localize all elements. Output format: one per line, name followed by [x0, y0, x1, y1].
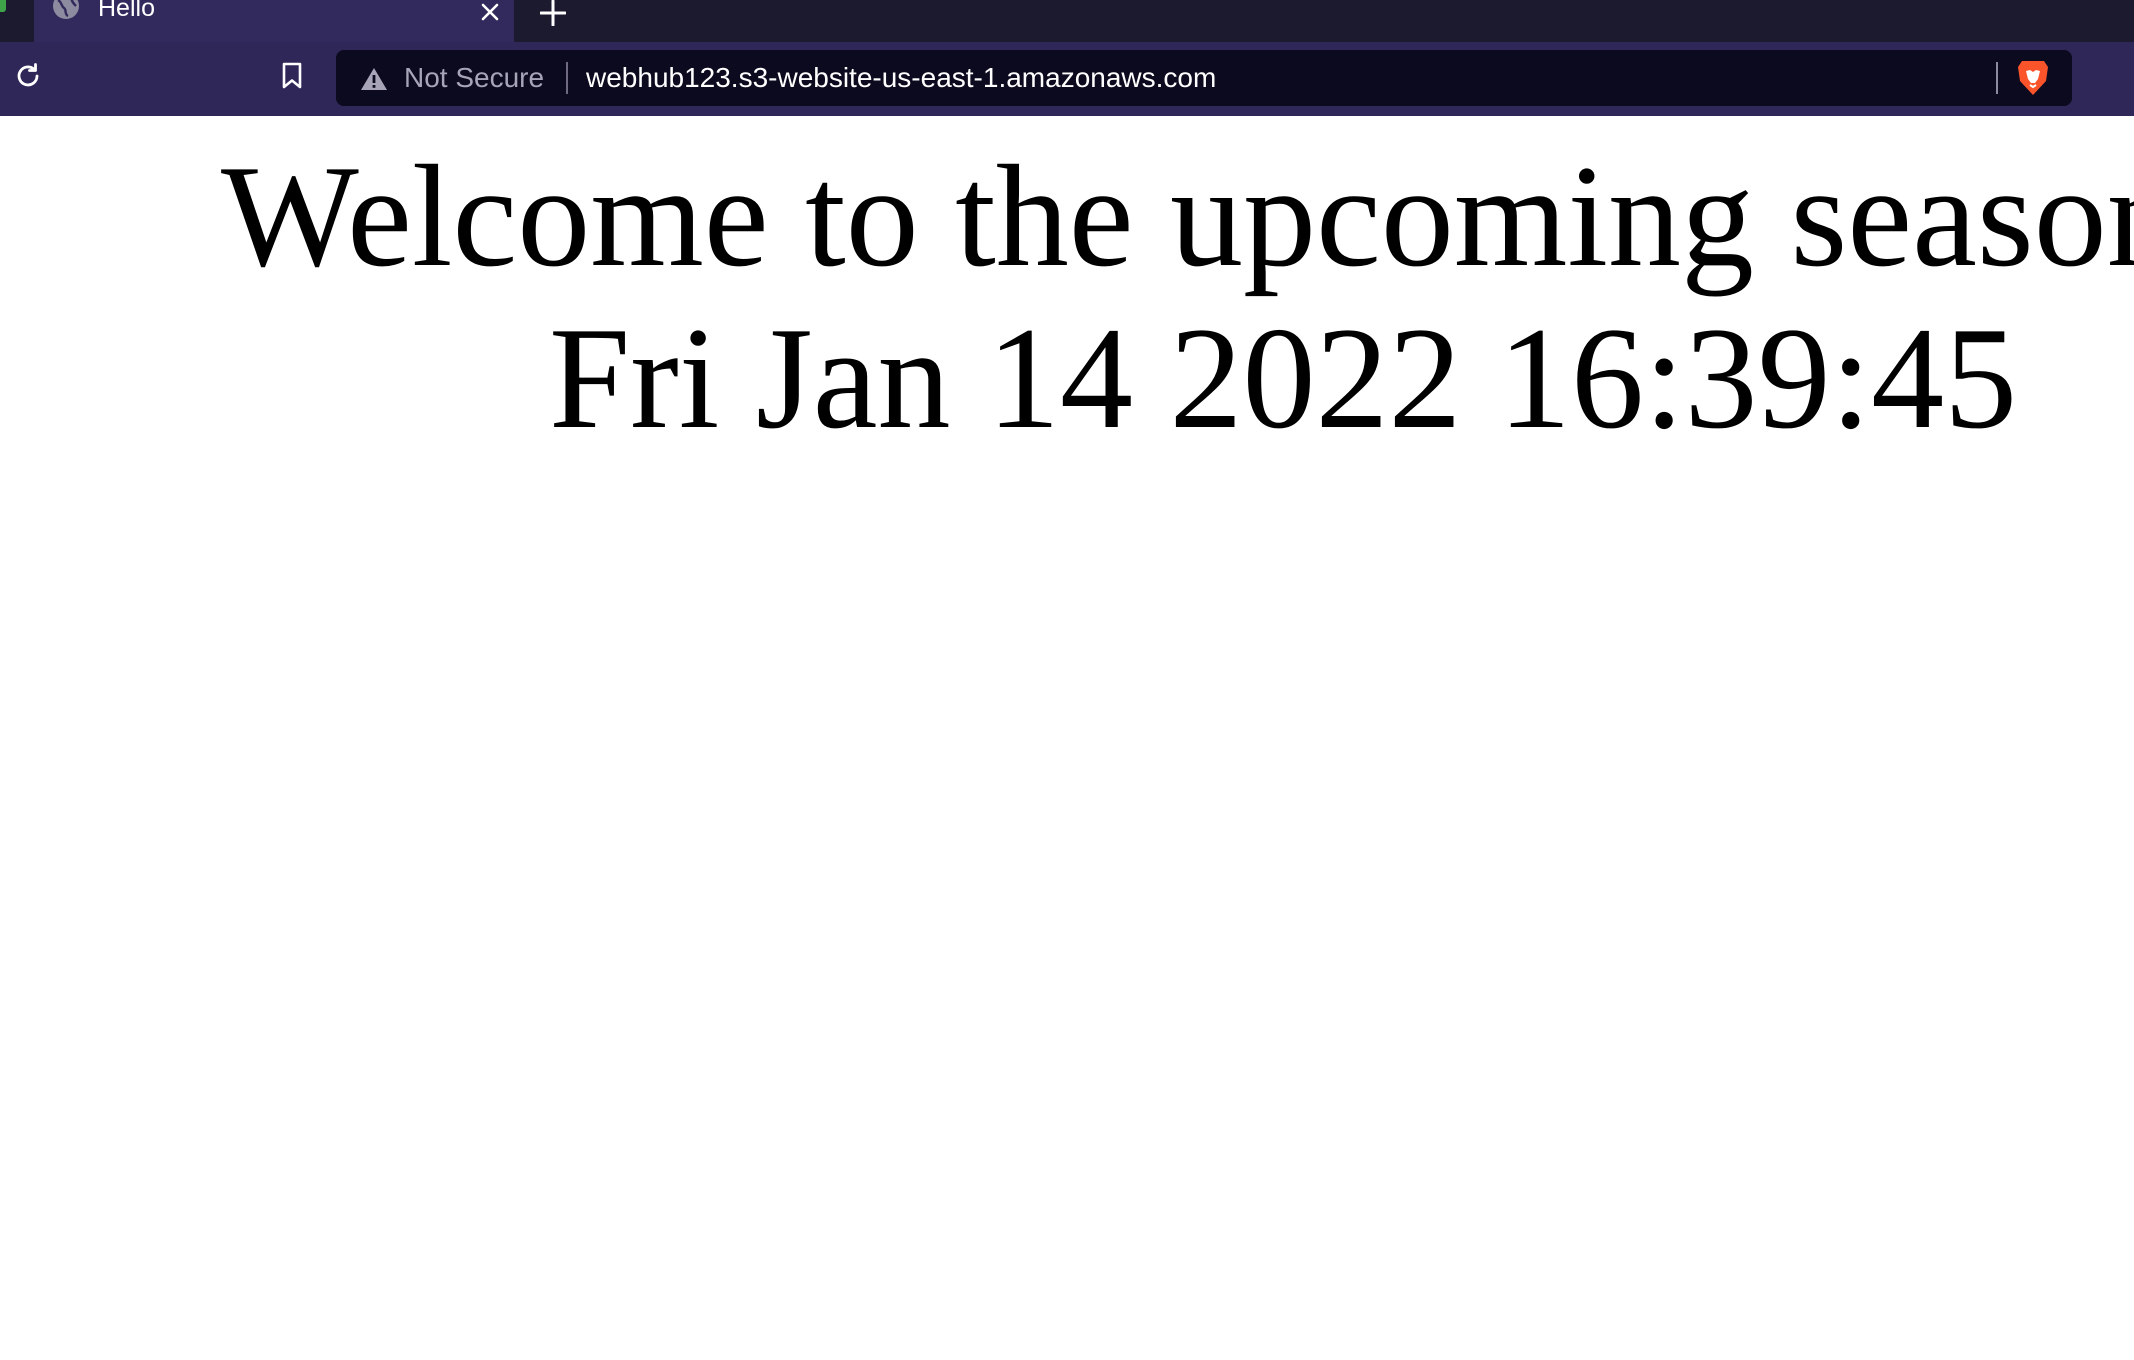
close-icon[interactable] — [476, 0, 504, 24]
url-text[interactable]: webhub123.s3-website-us-east-1.amazonaws… — [586, 62, 1216, 94]
reload-icon[interactable] — [12, 60, 44, 92]
browser-toolbar: Not Secure webhub123.s3-website-us-east-… — [0, 42, 2134, 116]
brave-lion-icon[interactable] — [2016, 59, 2050, 97]
shields-divider — [1996, 62, 1998, 94]
tab-title[interactable]: Hello — [98, 0, 155, 23]
tab-strip: Hello — [0, 0, 2134, 42]
address-bar[interactable]: Not Secure webhub123.s3-website-us-east-… — [336, 50, 2072, 106]
plus-icon[interactable] — [538, 0, 568, 26]
previous-tab-edge[interactable] — [0, 0, 6, 12]
warning-icon[interactable] — [360, 67, 388, 91]
bookmark-icon[interactable] — [278, 60, 306, 92]
page-heading: Welcome to the upcoming season! — [221, 135, 2134, 297]
globe-icon — [52, 0, 80, 24]
date-time-text: Fri Jan 14 2022 16:39:45 — [549, 297, 2018, 459]
security-status-label[interactable]: Not Secure — [404, 62, 544, 94]
url-divider — [566, 62, 568, 94]
